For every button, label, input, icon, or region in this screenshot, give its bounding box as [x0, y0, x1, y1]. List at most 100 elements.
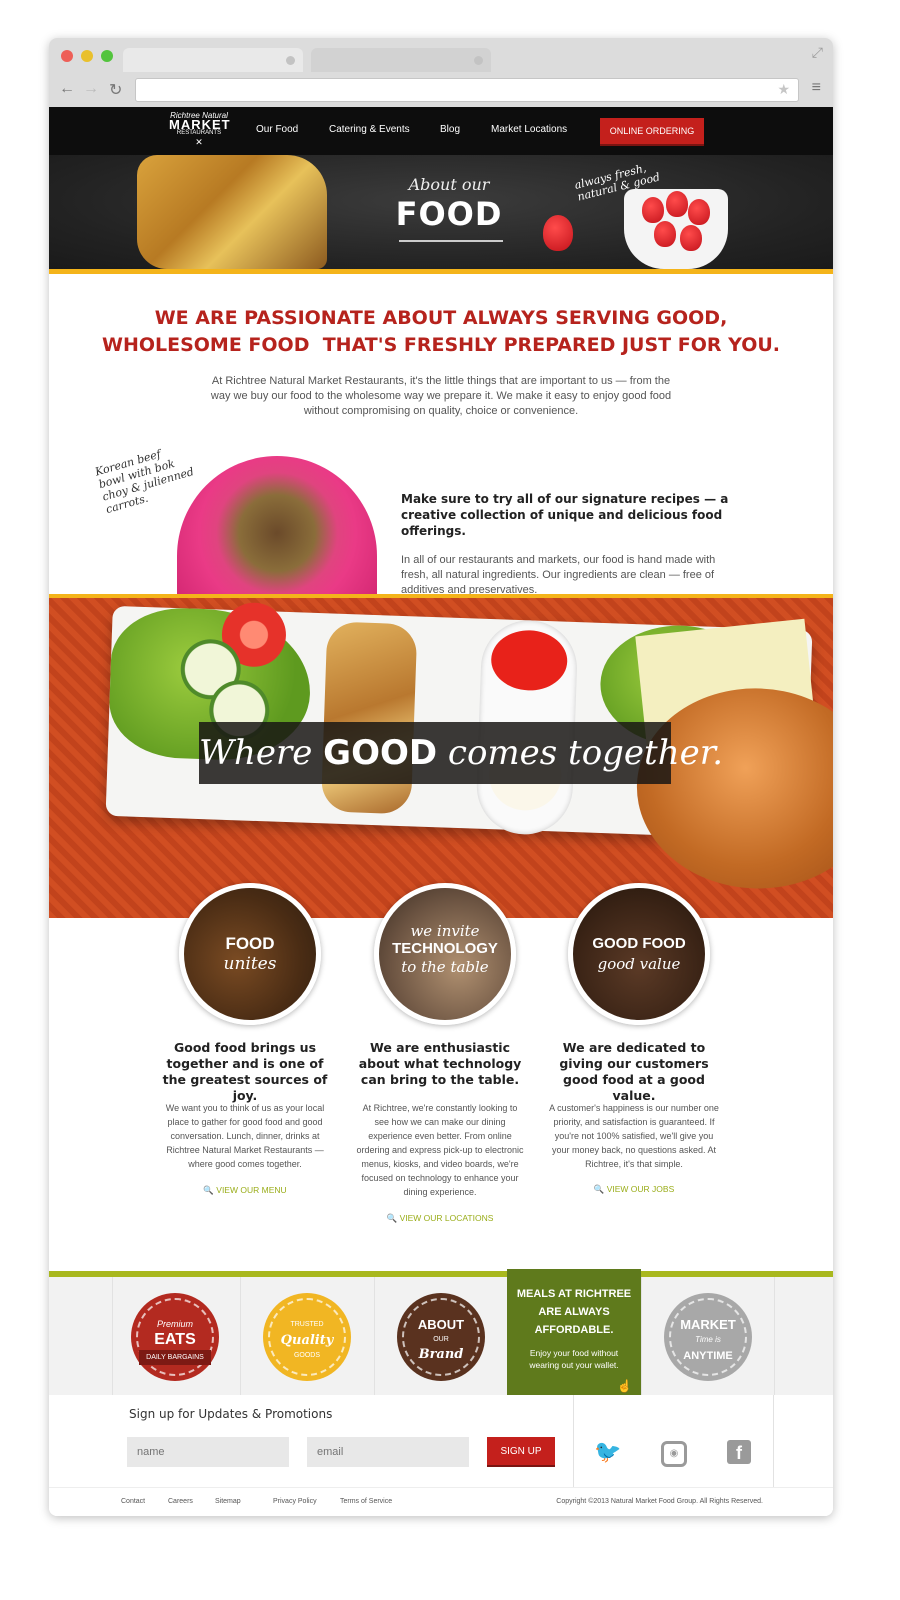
bookmark-star-icon[interactable]: ★	[777, 81, 790, 98]
hero-banner: About our FOOD always fresh, natural & g…	[49, 155, 833, 269]
badge-cell: TRUSTED Quality GOODS	[240, 1277, 375, 1395]
affordable-text: Enjoy your food without wearing out your…	[529, 1348, 619, 1370]
signature-text: In all of our restaurants and markets, o…	[401, 554, 716, 596]
badge-main-text: EATS	[154, 1331, 196, 1348]
badge-sub-text: Brand	[418, 1347, 464, 1362]
good-value-image[interactable]: GOOD FOOD good value	[568, 883, 710, 1025]
nav-catering-events[interactable]: Catering & Events	[329, 124, 410, 135]
badge-main-text: ABOUT	[417, 1317, 465, 1332]
browser-tab-active[interactable]	[123, 48, 303, 72]
minimize-window-icon[interactable]	[81, 50, 93, 62]
circle-label: we invite TECHNOLOGY to the table	[379, 922, 511, 976]
cutlery-icon: ✕	[195, 137, 203, 147]
hero-divider	[399, 240, 503, 242]
hand-cursor-icon: ☝	[617, 1379, 632, 1393]
intro-text: At Richtree Natural Market Restaurants, …	[210, 375, 672, 417]
food-unites-image[interactable]: FOOD unites	[179, 883, 321, 1025]
technology-image[interactable]: we invite TECHNOLOGY to the table	[374, 883, 516, 1025]
view-jobs-label: VIEW OUR JOBS	[606, 1184, 675, 1194]
back-arrow-icon[interactable]: ←	[59, 80, 75, 98]
column-heading: We are enthusiastic about what technolog…	[358, 1040, 522, 1087]
strawberry	[654, 221, 676, 247]
view-locations-link[interactable]: 🔍 VIEW OUR LOCATIONS	[355, 1213, 525, 1224]
logo-wordmark: MARKET	[169, 117, 231, 132]
address-bar[interactable]: ★	[135, 78, 799, 102]
sign-up-button[interactable]: SIGN UP	[487, 1437, 555, 1467]
column-text: A customer's happiness is our number one…	[549, 1103, 719, 1169]
footer-contact[interactable]: Contact	[121, 1498, 145, 1505]
tagline-end: comes together.	[437, 733, 724, 773]
strawberry	[666, 191, 688, 217]
affordable-heading: MEALS AT RICHTREE ARE ALWAYS AFFORDABLE.	[516, 1288, 632, 1336]
badge-cell: ABOUT OUR Brand	[374, 1277, 508, 1395]
close-window-icon[interactable]	[61, 50, 73, 62]
badges-row: Premium EATS DAILY BARGAINS TRUSTED Qual…	[49, 1269, 833, 1395]
reload-icon[interactable]: ↻	[109, 80, 122, 100]
strawberry	[688, 199, 710, 225]
footer: Contact Careers Sitemap Privacy Policy T…	[49, 1487, 833, 1516]
tab-close-icon[interactable]	[474, 56, 483, 65]
view-menu-link[interactable]: 🔍 VIEW OUR MENU	[160, 1185, 330, 1196]
badge-label: Premium EATS DAILY BARGAINS	[131, 1317, 219, 1365]
hero-accent-bar	[49, 269, 833, 274]
nav-market-locations[interactable]: Market Locations	[491, 124, 567, 135]
view-jobs-link[interactable]: 🔍 VIEW OUR JOBS	[549, 1184, 719, 1195]
maximize-window-icon[interactable]	[101, 50, 113, 62]
badge-label: TRUSTED Quality GOODS	[263, 1317, 351, 1363]
circle-label-bold: TECHNOLOGY	[392, 940, 498, 957]
quality-goods-badge[interactable]: TRUSTED Quality GOODS	[263, 1293, 351, 1381]
fullscreen-icon[interactable]: ⤢	[812, 44, 823, 61]
browser-toolbar: ⤢ ← → ↻ ★ ≡	[49, 38, 833, 108]
footer-sitemap[interactable]: Sitemap	[215, 1498, 241, 1505]
badge-cell: MARKET Time is ANYTIME	[641, 1277, 775, 1395]
hamburger-menu-icon[interactable]: ≡	[812, 79, 821, 97]
hero-title: FOOD	[395, 195, 503, 233]
circle-label-bold: GOOD FOOD	[592, 935, 686, 952]
tab-close-icon[interactable]	[286, 56, 295, 65]
email-input[interactable]	[307, 1437, 469, 1467]
nav-our-food[interactable]: Our Food	[256, 124, 298, 135]
strawberry	[642, 197, 664, 223]
circle-label-bold: FOOD	[225, 934, 275, 953]
tacos-image	[137, 155, 327, 269]
view-menu-label: VIEW OUR MENU	[216, 1185, 287, 1195]
strawberry	[543, 215, 573, 251]
signup-heading: Sign up for Updates & Promotions	[129, 1407, 333, 1421]
market-time-badge[interactable]: MARKET Time is ANYTIME	[664, 1293, 752, 1381]
tagline-emphasis: GOOD	[323, 733, 438, 773]
forward-arrow-icon[interactable]: →	[83, 80, 99, 98]
about-our-brand-badge[interactable]: ABOUT OUR Brand	[397, 1293, 485, 1381]
intro-heading: WE ARE PASSIONATE ABOUT ALWAYS SERVING G…	[49, 305, 833, 359]
badge-main-text: MARKET	[680, 1317, 736, 1332]
circle-label: FOOD unites	[184, 934, 316, 974]
circle-label-italic: good value	[597, 955, 681, 973]
korean-beef-bowl-image	[177, 456, 377, 596]
food-banner-image: Where GOOD comes together.	[49, 598, 833, 918]
footer-careers[interactable]: Careers	[168, 1498, 193, 1505]
twitter-icon[interactable]: 🐦	[593, 1437, 623, 1467]
instagram-icon[interactable]: ◉	[661, 1441, 687, 1467]
footer-terms-of-service[interactable]: Terms of Service	[340, 1498, 392, 1505]
bowl-caption: Korean beef bowl with bok choy & julienn…	[93, 447, 196, 517]
browser-tab[interactable]	[311, 48, 491, 72]
badge-main-text: Quality	[280, 1333, 334, 1348]
intro-heading-line1: WE ARE PASSIONATE ABOUT ALWAYS SERVING G…	[154, 307, 728, 329]
signature-heading: Make sure to try all of our signature re…	[401, 492, 729, 538]
site-logo[interactable]: Richtree Natural MARKET RESTAURANTS ✕	[169, 111, 231, 151]
badge-small-text: Premium	[156, 1319, 193, 1329]
badge-label: MARKET Time is ANYTIME	[664, 1317, 752, 1364]
facebook-icon[interactable]: f	[727, 1440, 751, 1464]
badge-sub-text: GOODS	[293, 1352, 321, 1359]
online-ordering-button[interactable]: ONLINE ORDERING	[600, 118, 704, 146]
nav-blog[interactable]: Blog	[440, 124, 460, 135]
affordable-panel[interactable]: MEALS AT RICHTREE ARE ALWAYS AFFORDABLE.…	[507, 1269, 641, 1395]
column-heading: Good food brings us together and is one …	[162, 1040, 328, 1103]
name-input[interactable]	[127, 1437, 289, 1467]
top-navigation: Richtree Natural MARKET RESTAURANTS ✕ Ou…	[49, 107, 833, 155]
browser-window: ⤢ ← → ↻ ★ ≡ Richtree Natural MARKET REST…	[49, 38, 833, 1516]
banner-tagline: Where GOOD comes together.	[199, 722, 723, 784]
badge-small-text: OUR	[433, 1336, 449, 1343]
badge-small-text: Time is	[695, 1335, 721, 1344]
premium-eats-badge[interactable]: Premium EATS DAILY BARGAINS	[131, 1293, 219, 1381]
footer-privacy-policy[interactable]: Privacy Policy	[273, 1498, 317, 1505]
